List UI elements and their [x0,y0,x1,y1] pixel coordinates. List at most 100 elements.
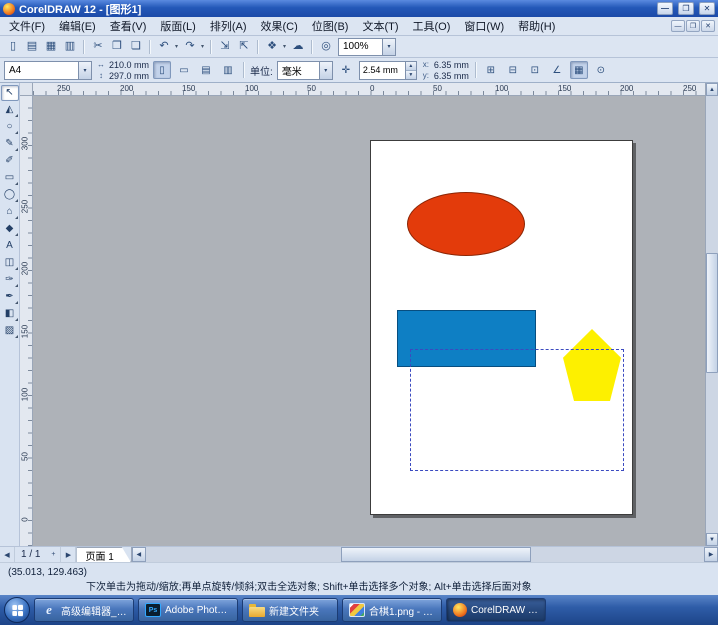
basic-shapes-tool[interactable]: ◆ [1,221,19,237]
treat-as-filled-icon[interactable]: ▦ [570,61,588,79]
pick-tool[interactable]: ↖ [1,85,19,101]
redo-icon[interactable]: ↷ ▾ [181,38,206,56]
page[interactable] [370,140,633,515]
copy-icon[interactable]: ❐ ▾ [108,38,126,56]
menu-edit[interactable]: 编辑(E) [52,17,103,35]
spin-up-icon[interactable]: ▲ [406,62,416,70]
first-page-button[interactable]: ◀ [0,547,15,562]
dropdown-arrow-icon[interactable]: ▾ [281,43,288,50]
export-icon[interactable]: ⇱ ▾ [235,38,253,56]
interactive-fill-tool[interactable]: ▨ [1,323,19,339]
taskbar-item-browser[interactable]: e 高级编辑器_百度... [34,598,134,622]
scroll-left-icon[interactable]: ◀ [132,547,146,562]
vertical-scroll-track[interactable] [706,96,718,533]
interactive-blend-tool[interactable]: ◫ [1,255,19,271]
taskbar-item-paint[interactable]: 合棋1.png - 画图 [342,598,442,622]
nudge-spinner[interactable]: ▲▼ [405,62,416,79]
dropdown-arrow-icon[interactable]: ▾ [199,43,206,50]
menu-view[interactable]: 查看(V) [103,17,154,35]
application-launcher-icon[interactable]: ❖ ▾ [263,38,288,56]
spin-down-icon[interactable]: ▼ [406,70,416,79]
doc-close-button[interactable]: ✕ [701,20,715,32]
open-icon[interactable]: ▤ ▾ [23,38,41,56]
scroll-up-icon[interactable]: ▲ [706,83,718,96]
paper-width-field[interactable]: ↔210.0 mm [96,60,149,70]
chevron-down-icon[interactable]: ▾ [319,62,332,79]
zoom-levels-icon[interactable]: ◎ ▾ [317,38,335,56]
smart-drawing-tool[interactable]: ✐ [1,153,19,169]
maximize-button[interactable]: ❐ [678,2,694,15]
horizontal-scroll-thumb[interactable] [341,547,531,562]
start-button[interactable] [4,597,30,623]
menu-tools[interactable]: 工具(O) [406,17,458,35]
snap-to-objects-icon[interactable]: ⊡ [526,61,544,79]
new-icon[interactable]: ▯ ▾ [4,38,22,56]
dynamic-guides-icon[interactable]: ∠ [548,61,566,79]
corel-online-icon[interactable]: ☁ ▾ [289,38,307,56]
shape-tool[interactable]: ◭ [1,102,19,118]
snap-to-guidelines-icon[interactable]: ⊟ [504,61,522,79]
outline-tool[interactable]: ✒ [1,289,19,305]
chevron-down-icon[interactable]: ▾ [78,62,91,79]
cut-icon[interactable]: ✂ ▾ [89,38,107,56]
page-tab[interactable]: 页面 1 [76,547,130,562]
vertical-ruler[interactable]: 300250200150100500 [20,96,33,546]
menu-text[interactable]: 文本(T) [355,17,405,35]
print-icon[interactable]: ▥ ▾ [61,38,79,56]
menu-window[interactable]: 窗口(W) [457,17,511,35]
polygon-tool[interactable]: ⌂ [1,204,19,220]
scroll-down-icon[interactable]: ▼ [706,533,718,546]
dropdown-arrow-icon[interactable]: ▾ [173,43,180,50]
snap-to-grid-icon[interactable]: ⊞ [482,61,500,79]
text-tool[interactable]: A [1,238,19,254]
menu-bitmaps[interactable]: 位图(B) [305,17,356,35]
taskbar-item-folder[interactable]: 新建文件夹 [242,598,338,622]
duplicate-x-field[interactable]: x:6.35 mm [421,60,469,70]
close-button[interactable]: ✕ [699,2,715,15]
rectangle-tool[interactable]: ▭ [1,170,19,186]
save-icon[interactable]: ▦ ▾ [42,38,60,56]
taskbar-item-photoshop[interactable]: Ps Adobe Photosh... [138,598,238,622]
last-page-button[interactable]: ▶ [61,547,76,562]
menu-help[interactable]: 帮助(H) [511,17,562,35]
taskbar-item-coreldraw[interactable]: CorelDRAW 12 -... [446,598,546,622]
drawing-canvas[interactable] [33,96,705,546]
minimize-button[interactable]: — [657,2,673,15]
horizontal-scroll-track[interactable] [146,547,704,562]
eyedropper-tool[interactable]: ✑ [1,272,19,288]
add-page-button[interactable]: + [46,547,61,562]
duplicate-y-field[interactable]: y:6.35 mm [421,71,469,81]
vertical-scrollbar[interactable]: ▲ ▼ [705,83,718,546]
options-icon[interactable]: ⊙ [592,61,610,79]
menu-arrange[interactable]: 排列(A) [203,17,254,35]
doc-restore-button[interactable]: ❐ [686,20,700,32]
units-combo[interactable]: 毫米 ▾ [277,61,333,80]
landscape-button[interactable]: ▭ [175,61,193,79]
menu-effects[interactable]: 效果(C) [254,17,305,35]
nudge-offset-field[interactable]: 2.54 mm ▲▼ [359,61,417,80]
zoom-level-combo[interactable]: 100% ▾ [338,38,396,56]
paste-icon[interactable]: ❏ ▾ [127,38,145,56]
chevron-down-icon[interactable]: ▾ [382,39,395,55]
portrait-button[interactable]: ▯ [153,61,171,79]
doc-minimize-button[interactable]: — [671,20,685,32]
vertical-scroll-thumb[interactable] [706,253,718,373]
menu-file[interactable]: 文件(F) [2,17,52,35]
taskbar: e 高级编辑器_百度... Ps Adobe Photosh... 新建文件夹 … [0,595,718,625]
current-page-layout-button[interactable]: ▥ [219,61,237,79]
all-pages-layout-button[interactable]: ▤ [197,61,215,79]
fill-tool[interactable]: ◧ [1,306,19,322]
undo-icon[interactable]: ↶ ▾ [155,38,180,56]
freehand-tool[interactable]: ✎ [1,136,19,152]
ellipse-shape[interactable] [407,192,525,256]
paper-type-combo[interactable]: A4 ▾ [4,61,92,80]
horizontal-ruler[interactable]: 25020015010050050100150200250 [33,83,705,96]
menu-layout[interactable]: 版面(L) [153,17,202,35]
scroll-right-icon[interactable]: ▶ [704,547,718,562]
zoom-tool[interactable]: ○ [1,119,19,135]
paper-height-field[interactable]: ↕297.0 mm [96,71,149,81]
horizontal-scrollbar[interactable]: ◀ ▶ [131,547,718,562]
ellipse-tool[interactable]: ◯ [1,187,19,203]
import-icon[interactable]: ⇲ ▾ [216,38,234,56]
ruler-origin[interactable] [20,83,33,96]
